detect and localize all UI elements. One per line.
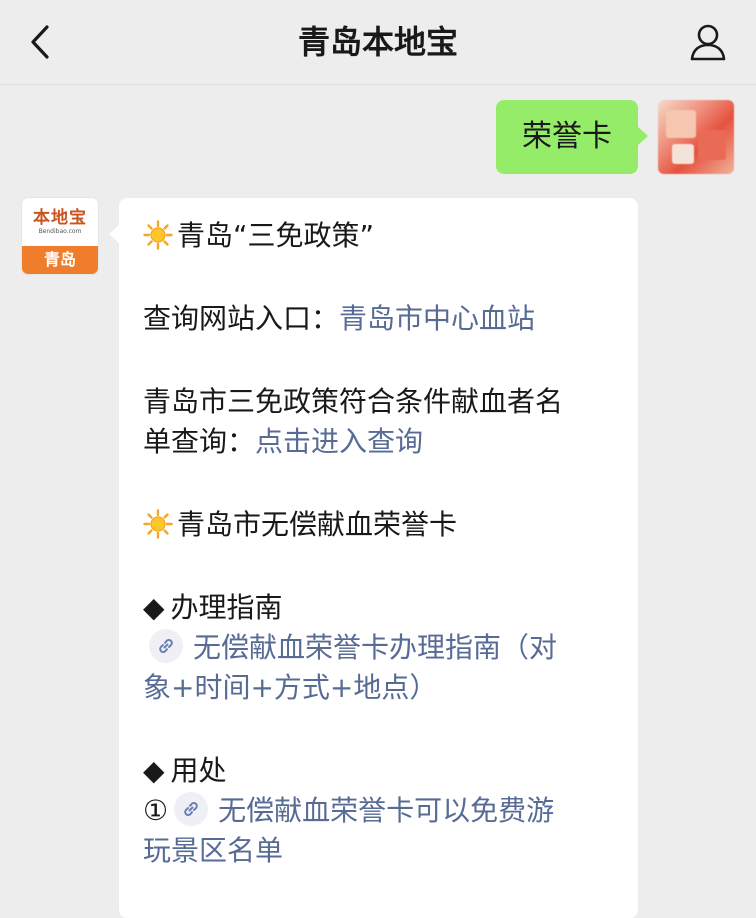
use-number: ① xyxy=(143,794,169,827)
scenic-spots-link[interactable]: 无偿献血荣誉卡可以免费游 xyxy=(218,794,554,827)
guide-link[interactable]: 无偿献血荣誉卡办理指南（对 xyxy=(193,631,557,664)
guide-link-line-1: 无偿献血荣誉卡办理指南（对 xyxy=(143,628,621,668)
list-line-1: 青岛市三免政策符合条件献血者名 xyxy=(143,385,564,418)
bot-logo: 本地宝 Bendibao.com xyxy=(22,198,98,246)
logo-brand: 本地宝 xyxy=(33,208,87,228)
nav-bar: 青岛本地宝 xyxy=(0,0,756,85)
diamond-bullet: ◆ xyxy=(143,591,165,624)
use-title: 用处 xyxy=(170,754,227,787)
diamond-bullet: ◆ xyxy=(143,754,165,787)
query-line: 查询网站入口：青岛市中心血站 xyxy=(143,299,621,339)
use-link-line-2[interactable]: 玩景区名单 xyxy=(143,831,621,871)
section-title-text: 青岛“三免政策” xyxy=(177,219,375,252)
guide-title: 办理指南 xyxy=(170,591,283,624)
user-avatar[interactable] xyxy=(658,100,734,174)
section-title-text: 青岛市无偿献血荣誉卡 xyxy=(177,508,458,541)
enter-query-link[interactable]: 点击进入查询 xyxy=(255,425,423,458)
blood-center-link[interactable]: 青岛市中心血站 xyxy=(339,302,535,335)
guide-link-line-2[interactable]: 象+时间+方式+地点） xyxy=(143,668,621,708)
list-line-2: 单查询：点击进入查询 xyxy=(143,422,621,462)
page-title: 青岛本地宝 xyxy=(297,23,458,61)
outgoing-bubble[interactable]: 荣誉卡 xyxy=(496,100,648,174)
use-link-line-1: ① 无偿献血荣誉卡可以免费游 xyxy=(143,791,621,831)
query-label: 查询网站入口： xyxy=(143,302,340,335)
link-icon xyxy=(149,629,183,663)
sun-icon xyxy=(143,509,173,539)
bot-avatar[interactable]: 本地宝 Bendibao.com 青岛 xyxy=(22,198,98,274)
person-icon xyxy=(690,24,726,61)
profile-button[interactable] xyxy=(684,18,732,66)
use-heading: ◆ 用处 xyxy=(143,751,621,791)
section-title-honor-card: 青岛市无偿献血荣誉卡 xyxy=(143,505,621,545)
logo-city: 青岛 xyxy=(22,246,98,274)
list-label: 单查询： xyxy=(143,425,256,458)
link-icon xyxy=(174,792,209,826)
sun-icon xyxy=(143,220,173,250)
guide-heading: ◆ 办理指南 xyxy=(143,588,621,628)
section-title-three-free: 青岛“三免政策” xyxy=(143,216,621,256)
reply-bubble: 青岛“三免政策” 查询网站入口：青岛市中心血站 青岛市三免政策符合条件献血者名 … xyxy=(109,198,638,918)
reply-content: 青岛“三免政策” 查询网站入口：青岛市中心血站 青岛市三免政策符合条件献血者名 … xyxy=(143,216,621,871)
logo-url: Bendibao.com xyxy=(38,228,82,235)
